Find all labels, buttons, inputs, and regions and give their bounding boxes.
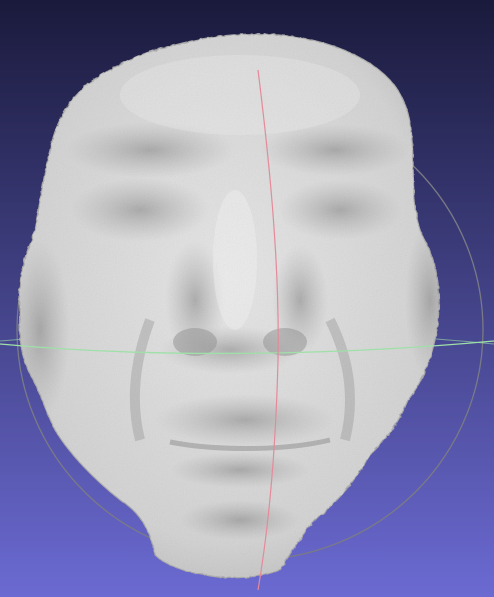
viewport-canvas[interactable] xyxy=(0,0,494,597)
3d-viewport[interactable] xyxy=(0,0,494,597)
